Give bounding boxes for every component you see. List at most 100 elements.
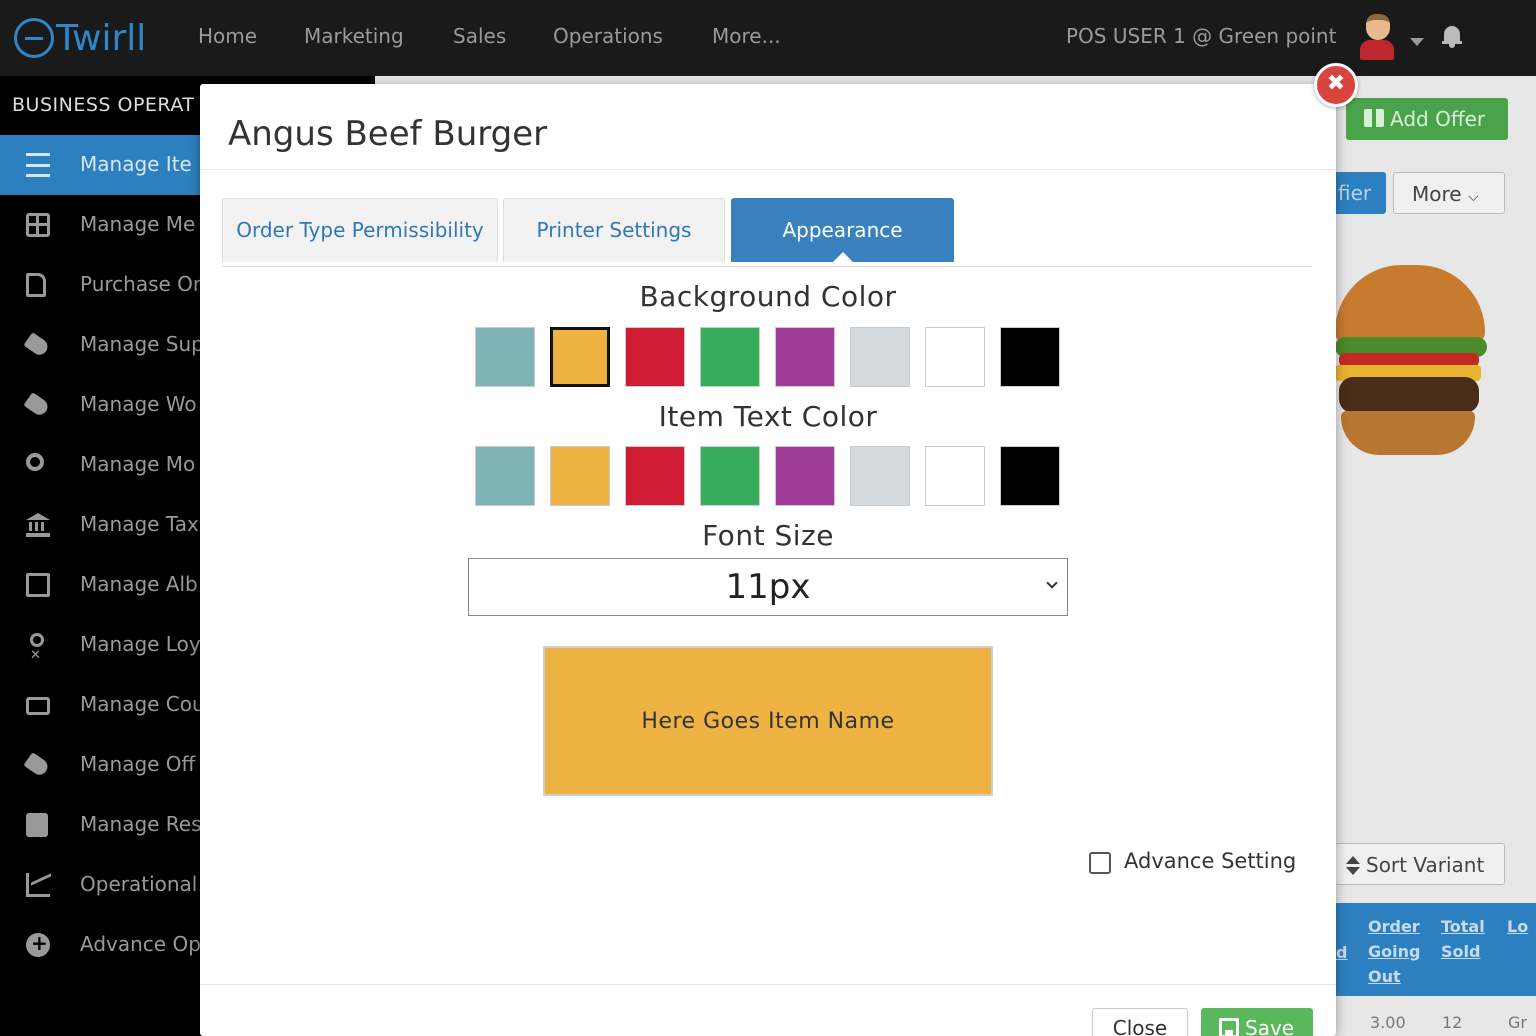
item-text-color-swatch-6[interactable] [925,446,985,506]
chevron-down-icon: ⌵ [1467,189,1479,205]
background-color-swatch-7[interactable] [1000,327,1060,387]
background-color-swatch-5[interactable] [850,327,910,387]
table-cell-order-going-out: 3.00 [1370,1013,1406,1032]
background-color-label: Background Color [639,280,897,313]
advance-setting-checkbox[interactable] [1089,852,1111,874]
add-offer-button[interactable]: Add Offer [1346,98,1508,140]
line-chart-icon [26,873,50,897]
tab-divider [222,266,1312,267]
filter-label: fier [1338,181,1372,205]
pos-user-label: POS USER 1 @ Green point [1066,24,1337,48]
tags-icon [23,752,51,778]
item-appearance-preview: Here Goes Item Name [543,646,993,796]
table-header-total-sold[interactable]: Total Sold [1441,914,1491,964]
filter-button[interactable]: fier [1330,172,1386,214]
document-icon [26,273,46,297]
nav-home[interactable]: Home [198,24,257,48]
advance-setting-label[interactable]: Advance Setting [1124,849,1296,873]
table-cell-lo: Gr [1508,1013,1527,1032]
gift-icon [1364,109,1384,127]
burger-bun-bottom [1341,411,1475,455]
image-icon [26,573,50,597]
avatar-head [1366,14,1390,40]
tab-printer-settings[interactable]: Printer Settings [503,198,725,262]
background-color-swatch-6[interactable] [925,327,985,387]
font-size-select[interactable]: 11px [468,558,1068,616]
sidebar-item-label: Manage Cou [80,692,205,716]
background-color-swatch-3[interactable] [700,327,760,387]
font-size-label: Font Size [702,519,834,552]
modal-close-icon[interactable]: ✖ [1314,63,1358,107]
sidebar-heading: BUSINESS OPERAT [12,94,195,116]
tab-appearance[interactable]: Appearance [731,198,954,262]
item-settings-modal: Angus Beef Burger Order Type Permissibil… [200,84,1336,1036]
user-avatar[interactable] [1360,14,1394,60]
sidebar-item-label: Manage Me [80,212,196,236]
nav-sales[interactable]: Sales [453,24,506,48]
sidebar-item-label: Manage Wo [80,392,197,416]
item-text-color-label: Item Text Color [658,400,878,433]
modal-header-divider [200,169,1336,170]
odnoklassniki-icon [30,633,44,663]
save-label: Save [1245,1016,1295,1036]
modal-footer-divider [200,984,1336,985]
avatar-body [1360,40,1394,60]
table-cell-total-sold: 12 [1442,1013,1463,1032]
background-color-swatch-4[interactable] [775,327,835,387]
item-text-color-swatch-1[interactable] [550,446,610,506]
more-dropdown-button[interactable]: More ⌵ [1393,172,1505,214]
sidebar-item-label: Manage Mo [80,452,196,476]
bank-icon [26,513,50,537]
item-text-color-swatch-5[interactable] [850,446,910,506]
contact-card-icon [26,813,48,837]
floppy-disk-icon [1219,1018,1239,1036]
sidebar-item-label: Manage Off [80,752,196,776]
sidebar-item-label: Manage Tax [80,512,199,536]
more-label: More [1412,182,1462,206]
close-button[interactable]: Close [1092,1008,1188,1036]
grid-icon [26,213,50,237]
item-text-color-swatch-0[interactable] [475,446,535,506]
save-button[interactable]: Save [1201,1008,1313,1036]
bell-icon-dome [1444,26,1460,42]
ticket-icon [26,697,50,715]
twirll-logo[interactable]: Twirll [14,14,146,62]
item-text-color-swatch-7[interactable] [1000,446,1060,506]
sidebar-item-label: Operational [80,872,198,896]
sidebar-item-label: Manage Res [80,812,202,836]
table-header-order-going-out[interactable]: Order Going Out [1368,914,1428,989]
bell-icon[interactable] [1442,26,1462,48]
modal-title: Angus Beef Burger [228,114,548,154]
user-menu-caret-icon[interactable] [1410,38,1424,46]
tab-order-type-permissibility[interactable]: Order Type Permissibility [222,198,498,262]
list-icon [26,153,50,177]
variant-table-header [1335,903,1536,996]
table-header-fragment[interactable]: d [1336,940,1347,965]
background-color-swatch-0[interactable] [475,327,535,387]
sort-variant-button[interactable]: Sort Variant [1335,843,1505,885]
sort-variant-label: Sort Variant [1366,853,1485,877]
sort-icon [1346,856,1360,876]
table-header-lo[interactable]: Lo [1507,914,1528,939]
item-image-burger [1335,265,1490,460]
nav-marketing[interactable]: Marketing [304,24,404,48]
gears-icon [26,453,44,471]
nav-more[interactable]: More... [712,24,781,48]
burger-patty [1339,377,1479,413]
sidebar-item-label: Manage Sup [80,332,204,356]
item-text-color-swatch-2[interactable] [625,446,685,506]
add-offer-label: Add Offer [1390,107,1486,131]
bell-icon-clapper [1449,44,1455,48]
background-color-swatch-1[interactable] [550,327,610,387]
item-text-color-swatch-4[interactable] [775,446,835,506]
logo-mark-icon [14,18,54,58]
sidebar-item-label: Manage Ite [80,152,192,176]
sidebar-item-label: Manage Loy [80,632,201,656]
sidebar-item-label: Manage Alb [80,572,198,596]
item-text-color-swatch-3[interactable] [700,446,760,506]
top-navbar: Twirll Home Marketing Sales Operations M… [0,0,1536,76]
burger-bun-top [1335,265,1485,343]
preview-item-name: Here Goes Item Name [641,708,895,734]
nav-operations[interactable]: Operations [553,24,663,48]
background-color-swatch-2[interactable] [625,327,685,387]
